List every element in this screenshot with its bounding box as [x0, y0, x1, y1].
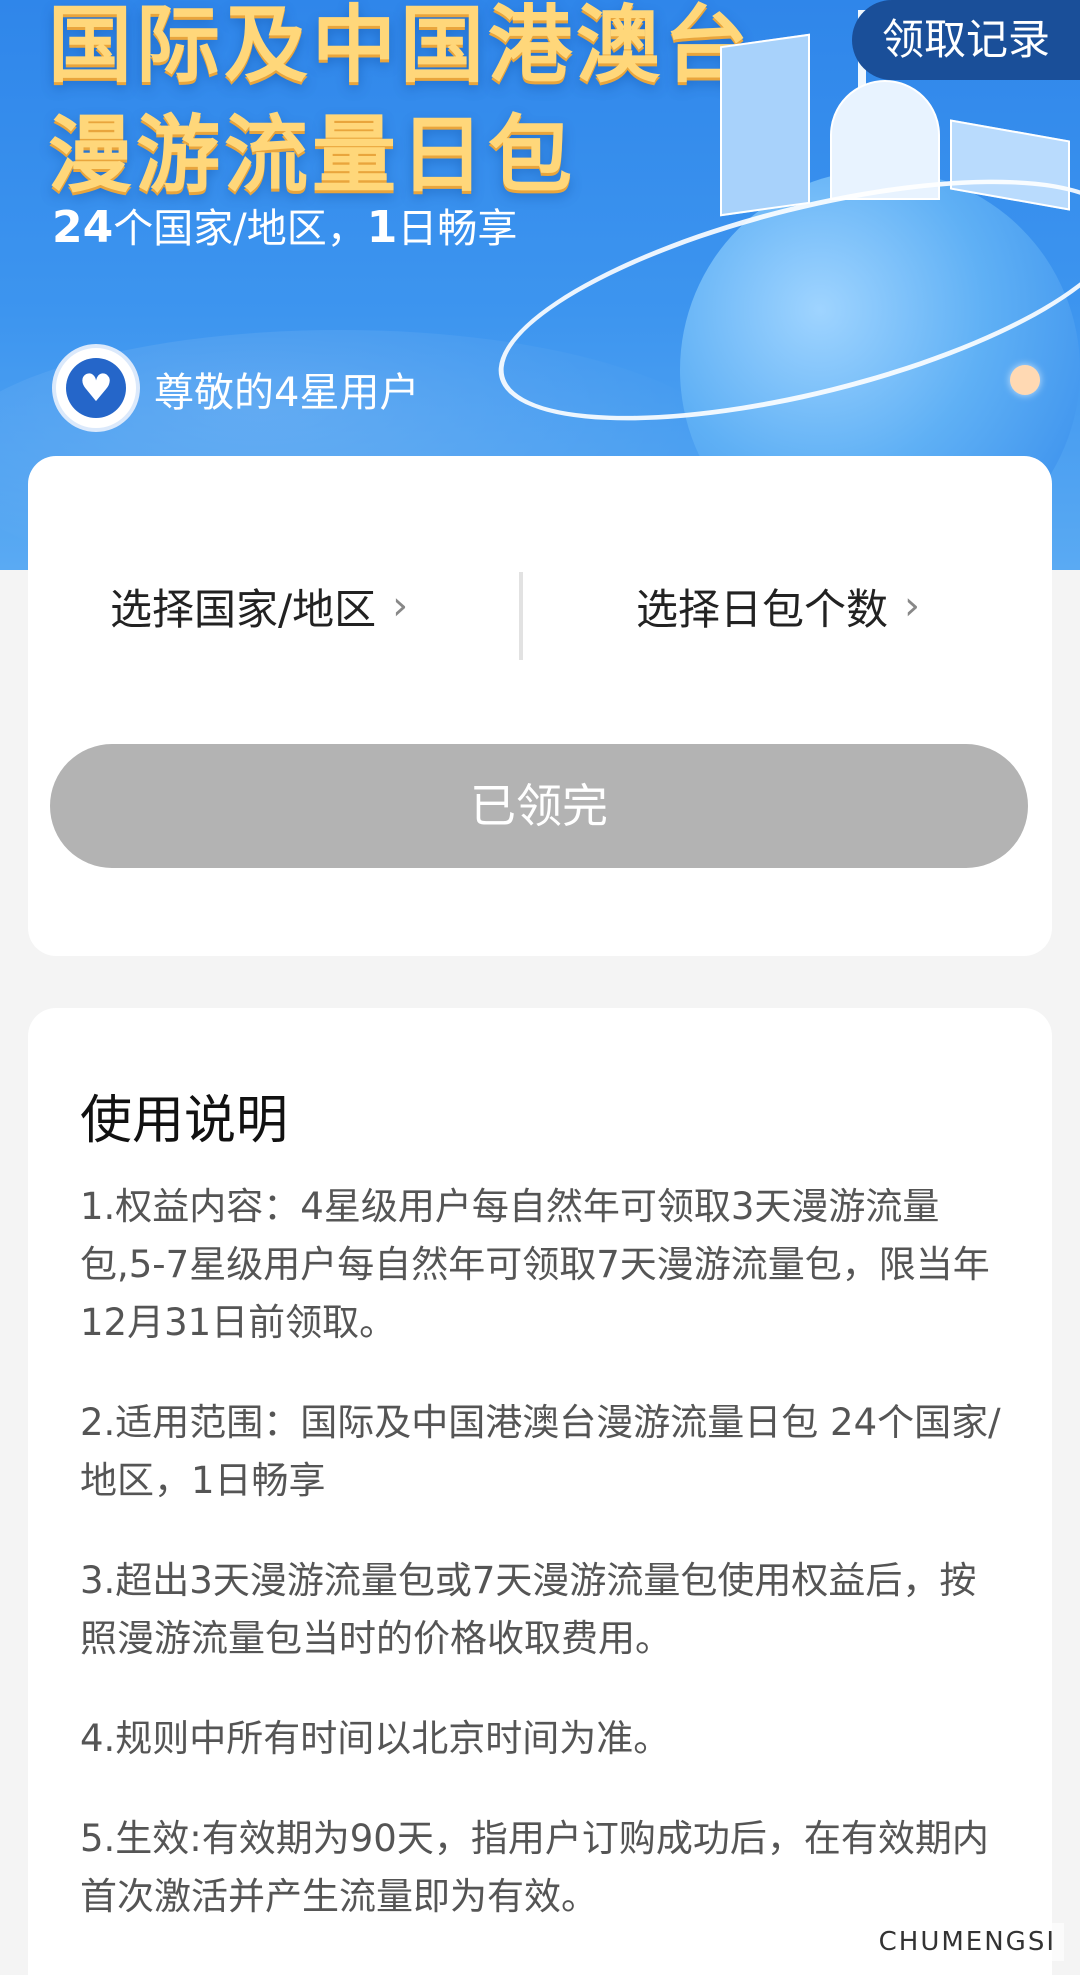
- user-level-label: 尊敬的4星用户: [154, 370, 420, 416]
- building-illustration: [830, 80, 940, 200]
- orbit-ball: [1010, 365, 1040, 395]
- claim-button[interactable]: 已领完: [50, 744, 1028, 868]
- claim-records-button[interactable]: 领取记录: [852, 0, 1080, 80]
- subtitle-text1: 个国家/地区，: [113, 206, 367, 252]
- instructions-card: 使用说明 1.权益内容：4星级用户每自然年可领取3天漫游流量包,5-7星级用户每…: [28, 1008, 1052, 1975]
- instruction-item: 5.生效:有效期为90天，指用户订购成功后，在有效期内首次激活并产生流量即为有效…: [80, 1817, 989, 1918]
- instructions-title: 使用说明: [80, 1091, 289, 1151]
- selector-divider: [519, 572, 523, 660]
- heart-shield-icon: ♥: [66, 358, 126, 418]
- instructions-list: 1.权益内容：4星级用户每自然年可领取3天漫游流量包,5-7星级用户每自然年可领…: [80, 1178, 1010, 1968]
- chevron-right-icon: ›: [904, 583, 921, 629]
- instruction-item: 4.规则中所有时间以北京时间为准。: [80, 1717, 671, 1760]
- user-level-badge: ♥: [52, 344, 140, 432]
- watermark-logo: CHUMENGSI: [870, 1923, 1064, 1961]
- day-count-selector-label: 选择日包个数: [636, 584, 889, 634]
- instruction-item: 1.权益内容：4星级用户每自然年可领取3天漫游流量包,5-7星级用户每自然年可领…: [80, 1185, 990, 1344]
- day-count: 1: [366, 202, 398, 253]
- country-count: 24: [52, 202, 114, 253]
- instruction-item: 3.超出3天漫游流量包或7天漫游流量包使用权益后，按照漫游流量包当时的价格收取费…: [80, 1559, 977, 1660]
- banner-subtitle: 24个国家/地区，1日畅享: [52, 196, 517, 254]
- instruction-item: 2.适用范围：国际及中国港澳台漫游流量日包 24个国家/地区，1日畅享: [80, 1401, 1001, 1502]
- day-count-selector[interactable]: 选择日包个数 ›: [636, 576, 920, 636]
- country-selector[interactable]: 选择国家/地区 ›: [110, 576, 408, 636]
- claim-card: 选择国家/地区 › 选择日包个数 › 已领完: [28, 456, 1052, 956]
- chevron-right-icon: ›: [392, 583, 409, 629]
- building-illustration: [720, 33, 810, 217]
- country-selector-label: 选择国家/地区: [110, 584, 377, 634]
